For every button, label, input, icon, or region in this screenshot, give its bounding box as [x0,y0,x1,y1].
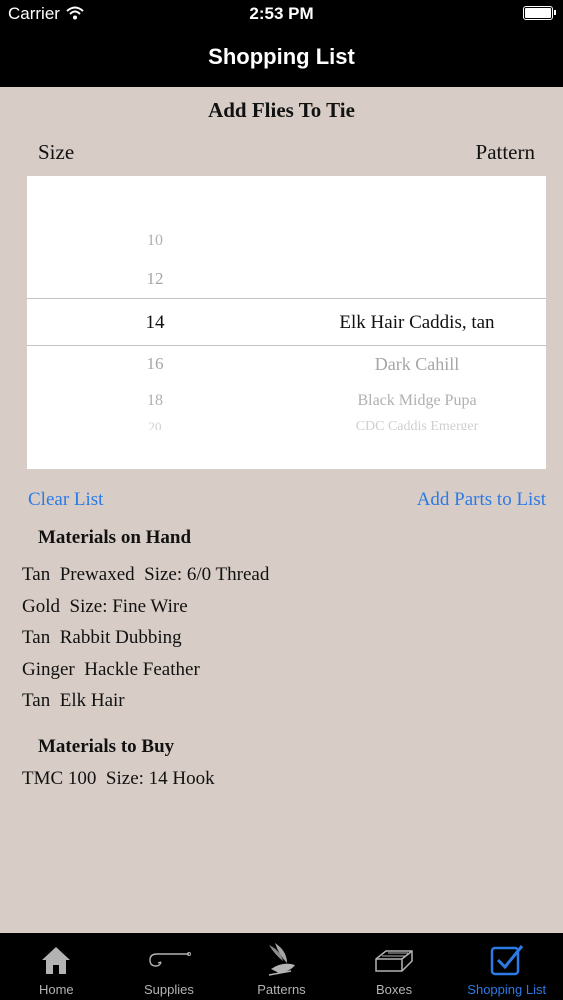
tab-boxes[interactable]: Boxes [338,933,451,1000]
tab-shopping-list[interactable]: Shopping List [450,933,563,1000]
box-icon [338,941,451,979]
home-icon [0,941,113,979]
tab-label: Boxes [376,982,413,997]
material-item: Tan Prewaxed Size: 6/0 Thread [22,564,270,585]
page-title: Shopping List [208,44,355,69]
selection-top-line [27,298,546,299]
material-item: Gold Size: Fine Wire [22,596,188,617]
tab-label: Home [38,982,74,997]
tab-home[interactable]: Home [0,933,113,1000]
status-bar: Carrier 2:53 PM [0,0,563,28]
add-parts-button[interactable]: Add Parts to List [417,489,546,511]
materials-on-hand-heading: Materials on Hand [38,527,192,548]
tab-label: Patterns [257,982,306,997]
tab-bar: Home Supplies Patterns Boxes Shopping Li… [0,933,563,1000]
navigation-bar: Shopping List [0,28,563,87]
tab-patterns[interactable]: Patterns [225,933,338,1000]
tab-label: Shopping List [467,982,547,997]
picker-pattern-option[interactable]: Dark Cahill [277,354,546,375]
material-item: Tan Elk Hair [22,690,125,711]
picker-pattern-selected[interactable]: Elk Hair Caddis, tan [277,312,546,334]
picker-size-option[interactable]: 16 [27,354,283,374]
fly-icon [225,941,338,979]
material-item: Tan Rabbit Dubbing [22,627,182,648]
picker-size-option[interactable]: 20 [27,419,283,430]
tab-label: Supplies [143,982,194,997]
pattern-column-label: Pattern [475,140,535,164]
add-flies-heading: Add Flies To Tie [208,98,355,122]
materials-to-buy-heading: Materials to Buy [38,736,175,757]
selection-bottom-line [27,345,546,346]
clock: 2:53 PM [249,4,314,23]
fly-picker[interactable]: 10 12 14 16 18 20 Elk Hair Caddis, tan D… [27,176,546,469]
picker-size-option[interactable]: 12 [27,269,283,289]
picker-pattern-option[interactable]: CDC Caddis Emerger [277,419,546,430]
clear-list-button[interactable]: Clear List [28,489,103,511]
material-to-buy-item: TMC 100 Size: 14 Hook [22,768,215,789]
checkbox-icon [450,941,563,979]
picker-size-selected[interactable]: 14 [27,312,283,334]
picker-size-option[interactable]: 10 [27,232,283,250]
tab-supplies[interactable]: Supplies [113,933,226,1000]
picker-pattern-option[interactable]: Black Midge Pupa [277,392,546,410]
picker-size-option[interactable]: 18 [27,392,283,410]
hook-icon [113,941,226,979]
material-item: Ginger Hackle Feather [22,659,200,680]
battery-icon [523,6,556,20]
size-column-label: Size [38,140,75,164]
